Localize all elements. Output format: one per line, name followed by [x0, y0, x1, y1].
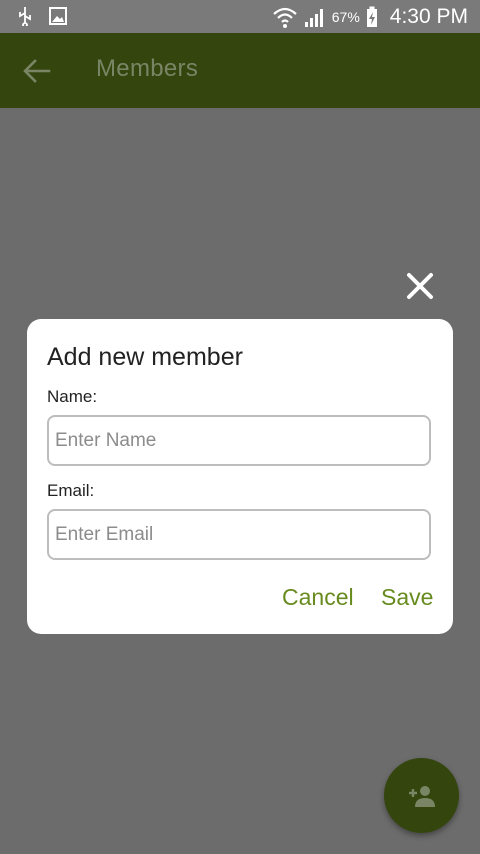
save-button[interactable]: Save — [381, 584, 433, 611]
name-label: Name: — [47, 387, 98, 406]
email-input[interactable] — [49, 523, 429, 546]
arrow-back-icon[interactable] — [22, 57, 52, 85]
status-bar-left — [16, 6, 68, 26]
cancel-button[interactable]: Cancel — [282, 584, 354, 611]
wifi-icon — [273, 7, 297, 28]
signal-icon — [304, 8, 323, 27]
status-bar: 67% 4:30 PM — [0, 0, 480, 33]
add-member-fab[interactable] — [384, 758, 459, 833]
app-bar: Members — [0, 33, 480, 108]
usb-icon — [19, 7, 31, 26]
battery-charging-icon — [366, 6, 377, 27]
add-member-dialog: Add new member Name: Email: Cancel Save — [27, 319, 453, 634]
name-field-box — [47, 415, 431, 466]
page-title: Members — [96, 55, 199, 82]
name-input[interactable] — [49, 429, 429, 452]
person-add-icon — [408, 785, 435, 807]
status-bar-right: 67% 4:30 PM — [272, 0, 468, 33]
email-field-box — [47, 509, 431, 560]
battery-percent: 67% — [331, 8, 360, 25]
status-time: 4:30 PM — [389, 4, 468, 28]
dialog-title: Add new member — [47, 343, 243, 371]
close-icon[interactable] — [404, 270, 436, 302]
email-label: Email: — [47, 481, 95, 500]
image-icon — [49, 7, 67, 25]
